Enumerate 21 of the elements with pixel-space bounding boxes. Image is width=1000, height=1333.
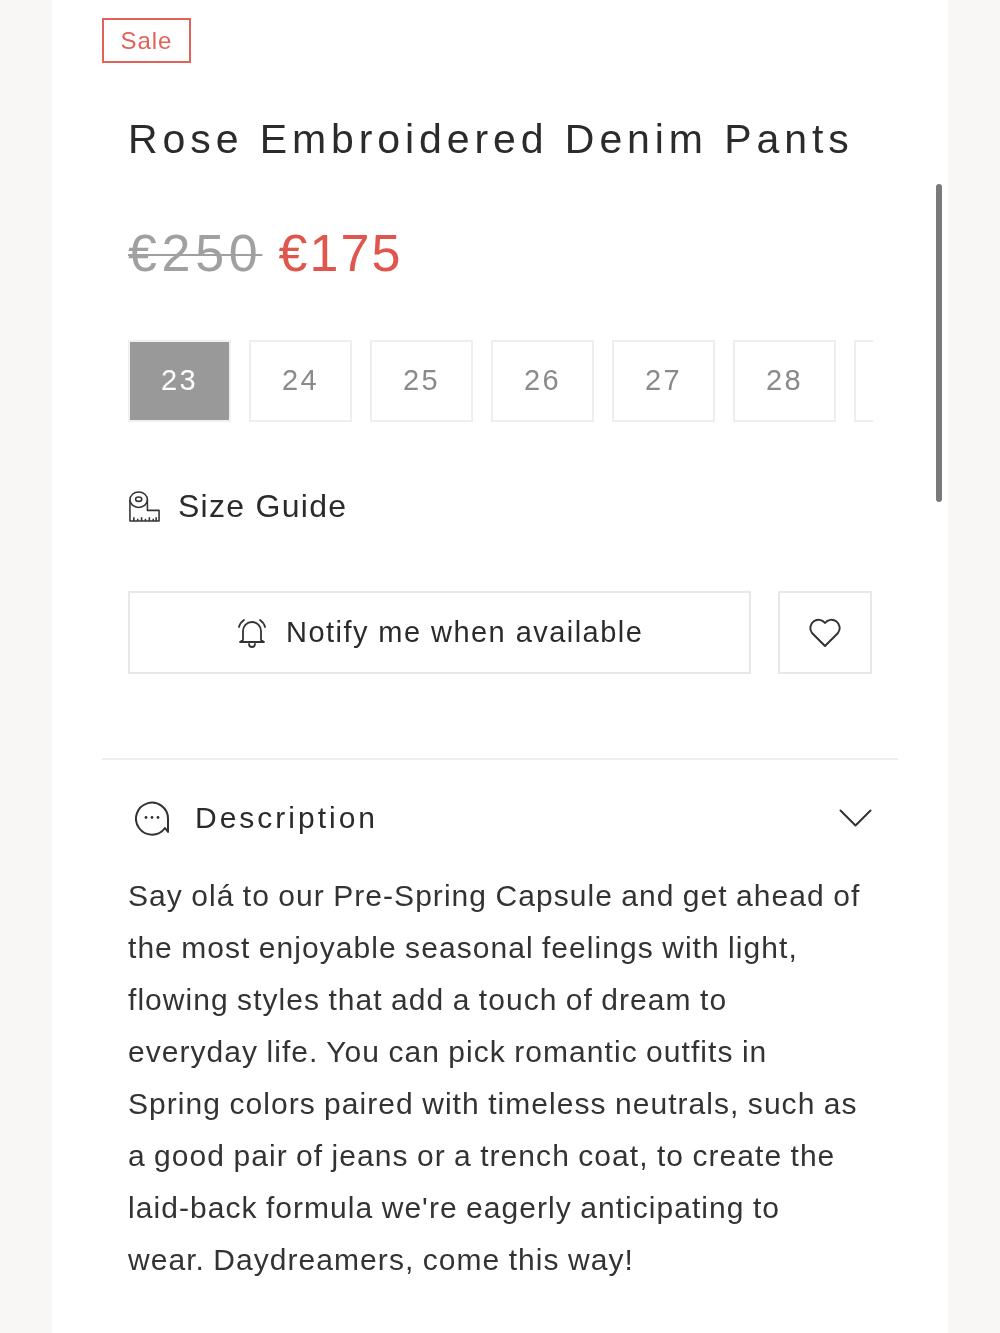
size-option[interactable]: 23 <box>128 340 231 422</box>
scrollbar[interactable] <box>936 184 942 502</box>
chat-bubble-icon <box>135 800 171 836</box>
sale-badge: Sale <box>102 18 191 63</box>
size-guide-link[interactable]: Size Guide <box>178 487 348 525</box>
wishlist-button[interactable] <box>778 591 872 674</box>
product-title: Rose Embroidered Denim Pants <box>128 115 854 163</box>
description-heading[interactable]: Description <box>195 798 379 838</box>
original-price: €250 <box>128 225 263 281</box>
notify-button[interactable]: Notify me when available <box>128 591 752 674</box>
size-option[interactable]: 26 <box>491 340 594 422</box>
chevron-down-icon[interactable] <box>839 809 872 827</box>
size-option[interactable]: 27 <box>612 340 715 422</box>
size-option[interactable]: 28 <box>733 340 836 422</box>
size-option[interactable]: 24 <box>249 340 352 422</box>
heart-icon <box>808 617 843 648</box>
size-option[interactable]: 25 <box>370 340 473 422</box>
bell-icon <box>236 617 269 648</box>
tape-measure-icon <box>128 489 161 523</box>
description-text: Say olá to our Pre-Spring Capsule and get ahead of the most enjoyable seasonal feelings with light, flowing styles that add a touch of dream to everyday life. You can pick romantic outfits in Spring colors paired with timeless neutrals, such as a good pair of jeans or a trench coat, to create the laid-back formula we're eagerly anticipating to wear. Daydreamers, come this way! <box>128 878 861 1278</box>
sale-price: €175 <box>278 225 403 281</box>
